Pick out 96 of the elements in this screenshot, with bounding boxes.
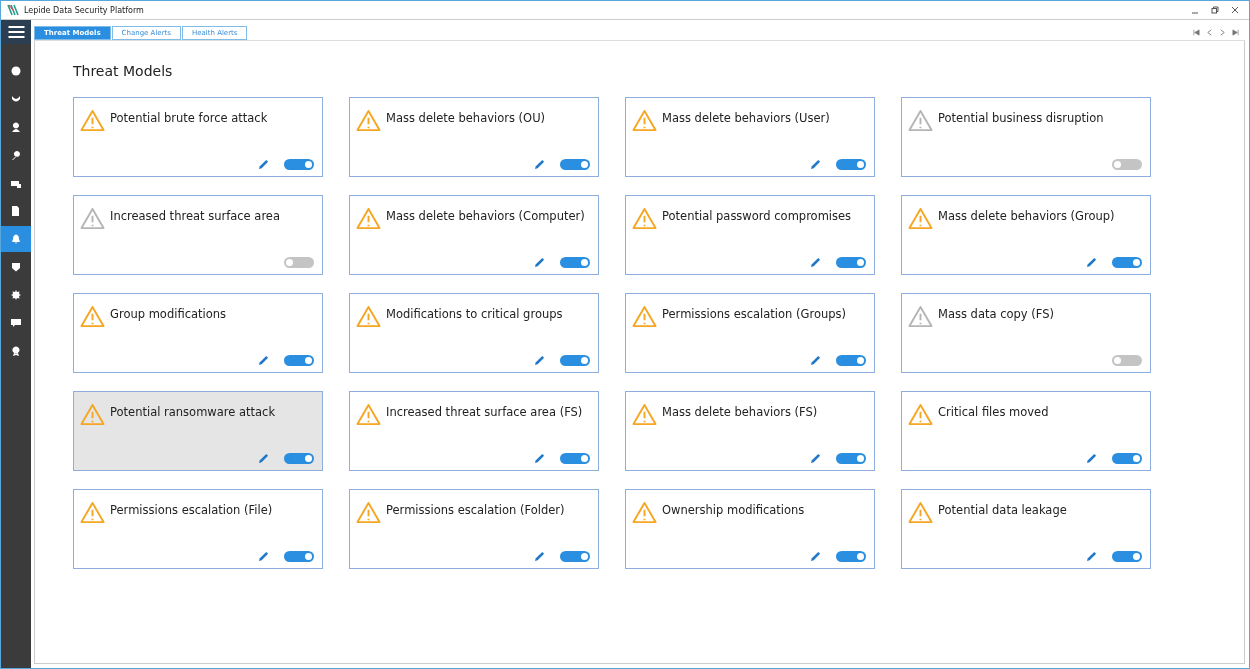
card-title: Potential data leakage (938, 502, 1067, 517)
threat-model-card[interactable]: Permissions escalation (Folder) (349, 489, 599, 569)
threat-model-card[interactable]: Mass delete behaviors (User) (625, 97, 875, 177)
card-title: Permissions escalation (File) (110, 502, 273, 517)
threat-model-card[interactable]: Group modifications (73, 293, 323, 373)
threat-model-card[interactable]: Ownership modifications (625, 489, 875, 569)
threat-model-card[interactable]: Modifications to critical groups (349, 293, 599, 373)
threat-model-card[interactable]: Mass delete behaviors (FS) (625, 391, 875, 471)
award-icon (11, 346, 21, 356)
threat-model-card[interactable]: Potential ransomware attack (73, 391, 323, 471)
key-icon (11, 150, 21, 160)
restore-icon[interactable] (1211, 6, 1219, 14)
card-title: Potential ransomware attack (110, 404, 276, 419)
card-title: Permissions escalation (Folder) (386, 502, 565, 517)
document-icon (11, 206, 21, 216)
previous-page-icon[interactable] (1206, 28, 1213, 36)
card-title: Permissions escalation (Groups) (662, 306, 846, 321)
menu-icon (7, 26, 25, 38)
toggle-switch[interactable] (1112, 551, 1142, 562)
edit-icon[interactable] (810, 551, 821, 562)
toggle-switch[interactable] (1112, 257, 1142, 268)
card-title: Mass delete behaviors (User) (662, 110, 830, 125)
threat-model-card[interactable]: Permissions escalation (Groups) (625, 293, 875, 373)
card-title: Modifications to critical groups (386, 306, 563, 321)
threat-model-card[interactable]: Critical files moved (901, 391, 1151, 471)
app-logo (7, 4, 19, 16)
toggle-switch[interactable] (560, 257, 590, 268)
threat-model-card[interactable]: Potential data leakage (901, 489, 1151, 569)
toggle-switch[interactable] (560, 159, 590, 170)
toggle-switch[interactable] (284, 257, 314, 268)
toggle-switch[interactable] (836, 257, 866, 268)
next-page-icon[interactable] (1219, 28, 1226, 36)
card-title: Increased threat surface area (110, 208, 280, 223)
toggle-switch[interactable] (560, 355, 590, 366)
toggle-switch[interactable] (1112, 453, 1142, 464)
toggle-switch[interactable] (836, 355, 866, 366)
user-icon (11, 122, 21, 132)
card-title: Potential password compromises (662, 208, 852, 223)
edit-icon[interactable] (258, 355, 269, 366)
edit-icon[interactable] (810, 355, 821, 366)
edit-icon[interactable] (810, 453, 821, 464)
edit-icon[interactable] (1086, 453, 1097, 464)
edit-icon[interactable] (810, 257, 821, 268)
threat-model-card[interactable]: Potential brute force attack (73, 97, 323, 177)
edit-icon[interactable] (1086, 257, 1097, 268)
card-title: Potential brute force attack (110, 110, 268, 125)
toggle-switch[interactable] (836, 551, 866, 562)
threat-model-card[interactable]: Permissions escalation (File) (73, 489, 323, 569)
edit-icon[interactable] (534, 257, 545, 268)
toggle-switch[interactable] (284, 355, 314, 366)
edit-icon[interactable] (258, 551, 269, 562)
card-title: Mass data copy (FS) (938, 306, 1054, 321)
toggle-switch[interactable] (560, 551, 590, 562)
card-title: Mass delete behaviors (Group) (938, 208, 1115, 223)
toggle-switch[interactable] (836, 453, 866, 464)
card-title: Critical files moved (938, 404, 1049, 419)
card-title: Mass delete behaviors (OU) (386, 110, 546, 125)
threat-model-card[interactable]: Increased threat surface area (73, 195, 323, 275)
card-title: Ownership modifications (662, 502, 805, 517)
first-page-icon[interactable] (1193, 28, 1200, 36)
toggle-switch[interactable] (1112, 159, 1142, 170)
edit-icon[interactable] (534, 159, 545, 170)
edit-icon[interactable] (1086, 551, 1097, 562)
toggle-switch[interactable] (560, 453, 590, 464)
chat-icon (11, 318, 21, 328)
edit-icon[interactable] (534, 453, 545, 464)
window-title: Lepide Data Security Platform (24, 5, 144, 15)
edit-icon[interactable] (534, 551, 545, 562)
threat-model-card[interactable]: Potential business disruption (901, 97, 1151, 177)
edit-icon[interactable] (258, 453, 269, 464)
threat-model-card[interactable]: Mass data copy (FS) (901, 293, 1151, 373)
last-page-icon[interactable] (1232, 28, 1239, 36)
edit-icon[interactable] (810, 159, 821, 170)
threat-model-card[interactable]: Mass delete behaviors (OU) (349, 97, 599, 177)
card-title: Mass delete behaviors (FS) (662, 404, 818, 419)
page-heading: Threat Models (73, 63, 174, 79)
edit-icon[interactable] (258, 159, 269, 170)
toggle-switch[interactable] (836, 159, 866, 170)
toggle-switch[interactable] (1112, 355, 1142, 366)
toggle-switch[interactable] (284, 453, 314, 464)
edit-icon[interactable] (534, 355, 545, 366)
toggle-switch[interactable] (284, 551, 314, 562)
badge-icon (11, 262, 21, 272)
menu-button[interactable] (1, 20, 31, 44)
card-title: Potential business disruption (938, 110, 1104, 125)
card-title: Increased threat surface area (FS) (386, 404, 583, 419)
close-icon[interactable] (1231, 6, 1239, 14)
card-title: Group modifications (110, 306, 227, 321)
toggle-switch[interactable] (284, 159, 314, 170)
threat-model-card[interactable]: Mass delete behaviors (Group) (901, 195, 1151, 275)
threat-model-card[interactable]: Potential password compromises (625, 195, 875, 275)
bell-icon (11, 234, 21, 244)
threat-model-card[interactable]: Mass delete behaviors (Computer) (349, 195, 599, 275)
card-title: Mass delete behaviors (Computer) (386, 208, 585, 223)
threat-model-card[interactable]: Increased threat surface area (FS) (349, 391, 599, 471)
settings-icon (11, 290, 21, 300)
